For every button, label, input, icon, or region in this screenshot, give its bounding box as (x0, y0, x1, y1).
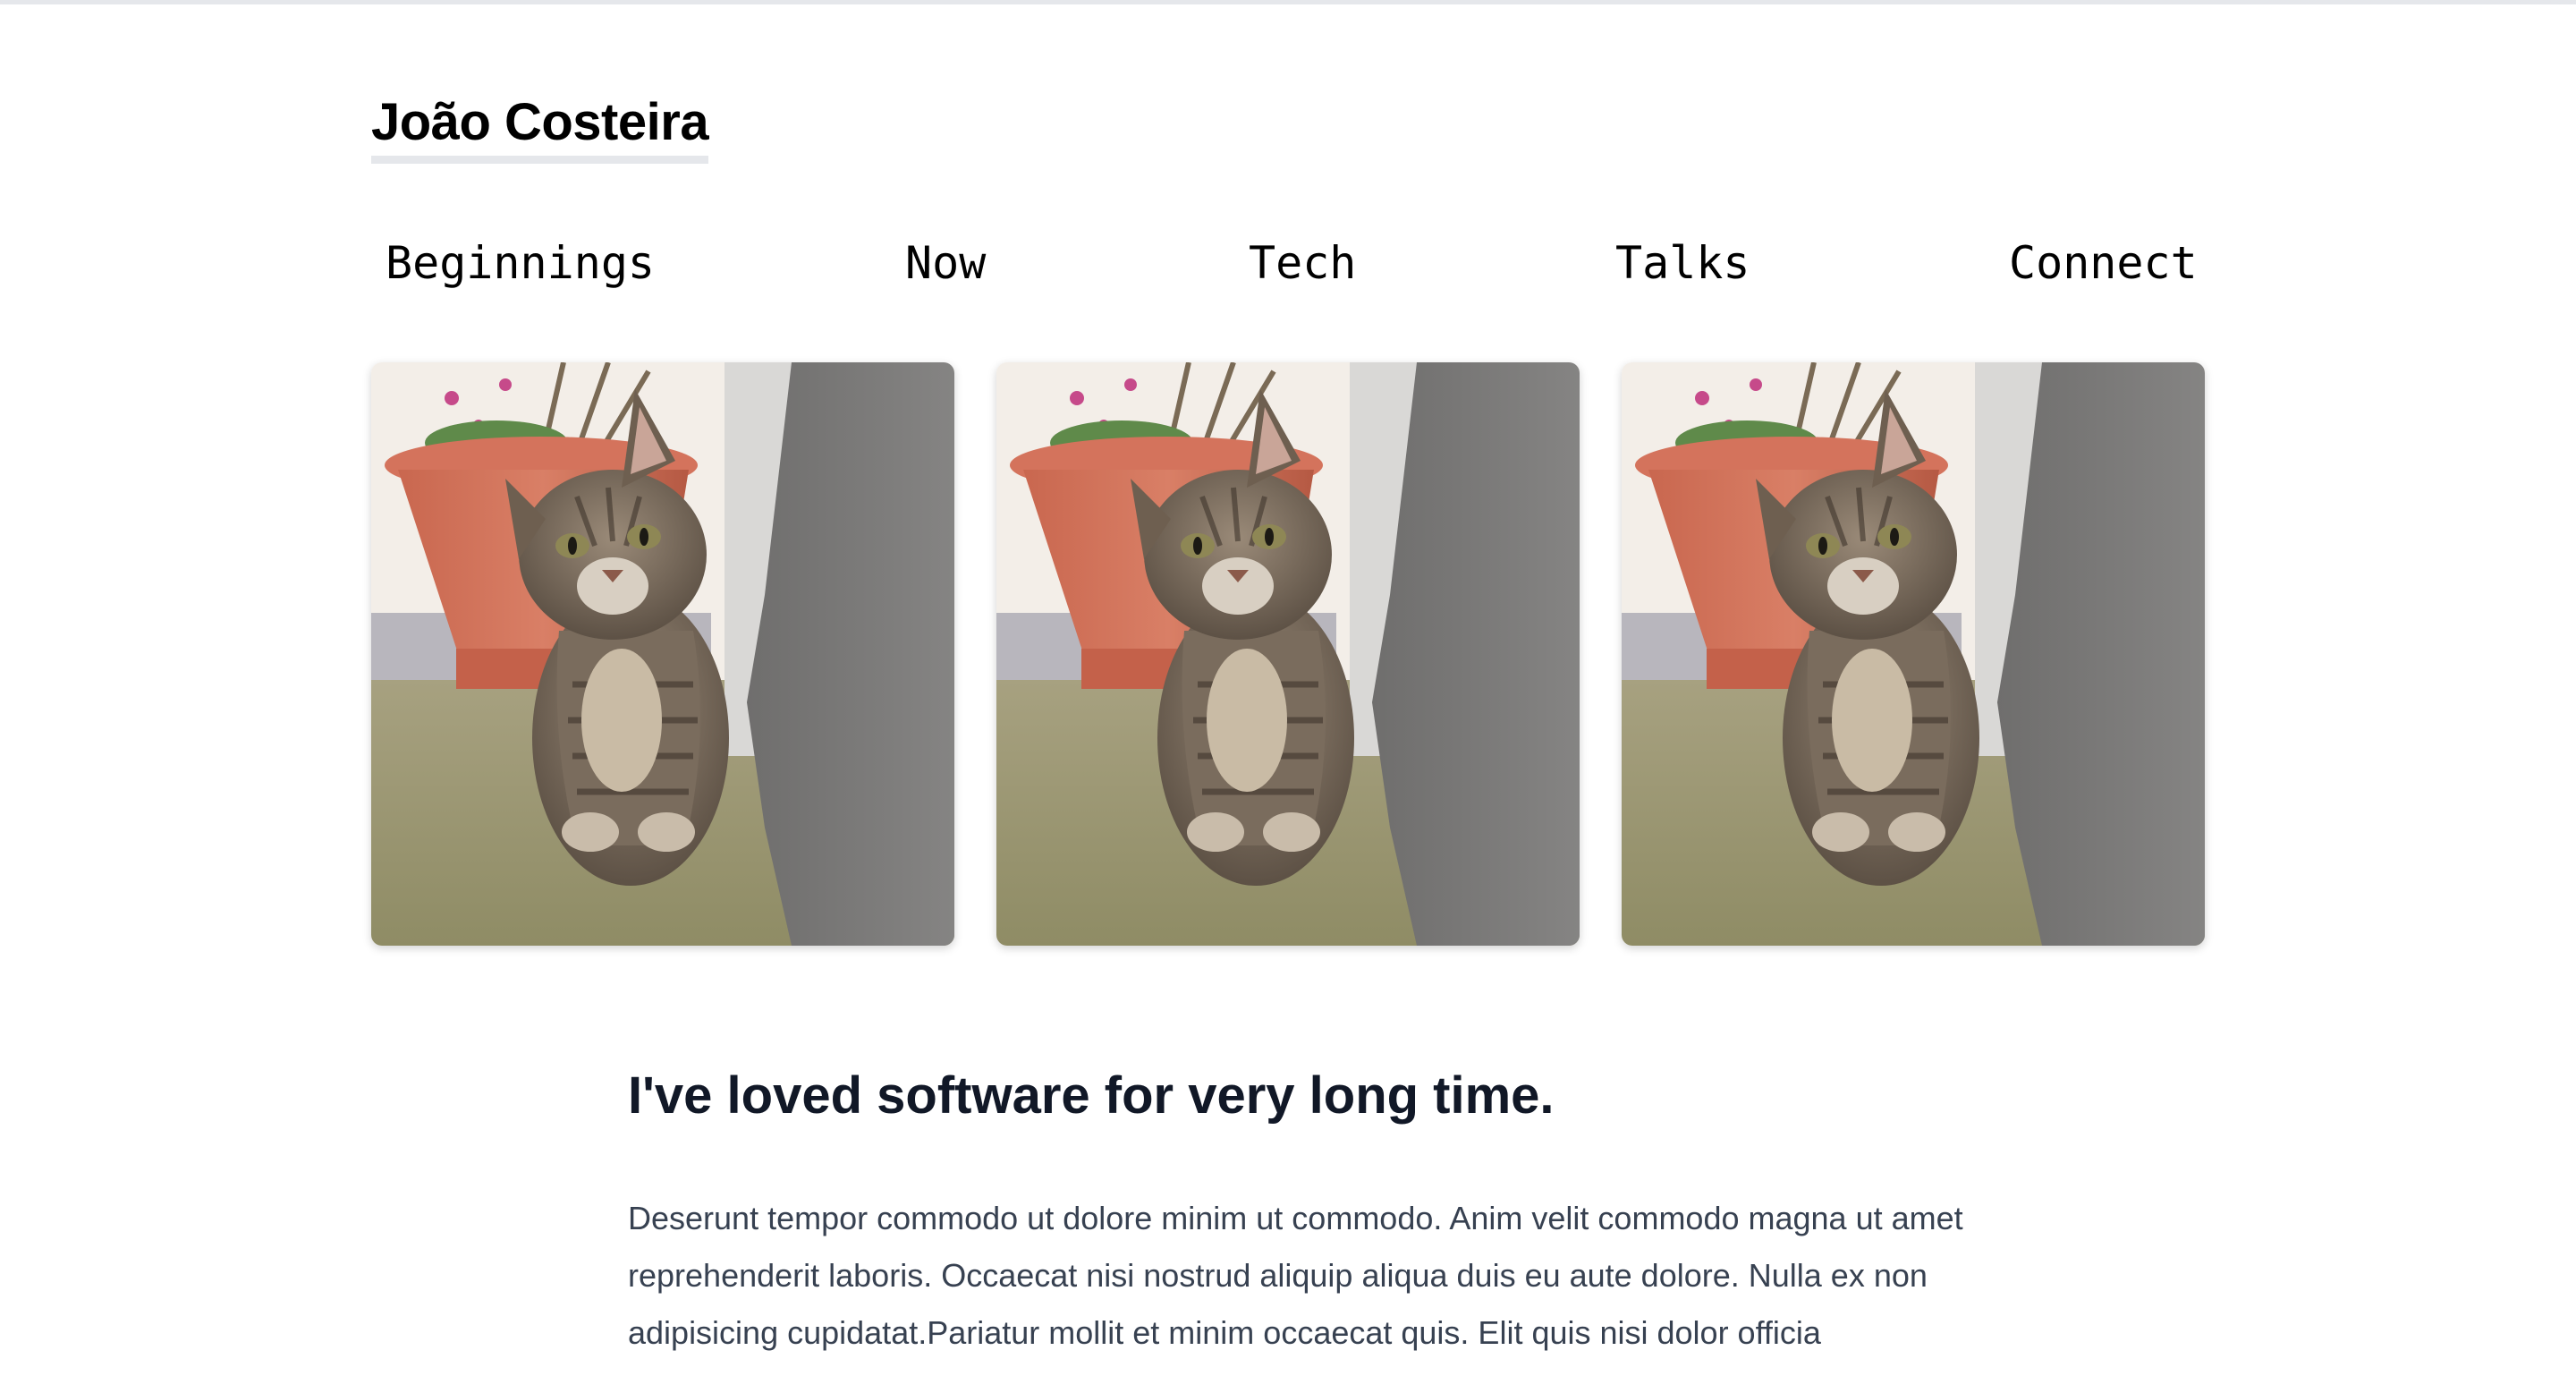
site-title[interactable]: João Costeira (371, 89, 709, 164)
kitten-photo (1622, 362, 2205, 946)
gallery-image-3 (1622, 362, 2205, 946)
gallery-image-1 (371, 362, 954, 946)
nav-link-tech[interactable]: Tech (1249, 234, 1356, 292)
kitten-photo (996, 362, 1580, 946)
nav-link-beginnings[interactable]: Beginnings (386, 234, 655, 292)
nav-link-now[interactable]: Now (905, 234, 986, 292)
kitten-photo (371, 362, 954, 946)
article-headline: I've loved software for very long time. (628, 1066, 1555, 1125)
main-nav: Beginnings Now Tech Talks Connect (371, 234, 2205, 297)
top-border (0, 0, 2576, 4)
nav-link-talks[interactable]: Talks (1615, 234, 1750, 292)
photo-gallery (371, 362, 2205, 946)
nav-link-connect[interactable]: Connect (2009, 234, 2198, 292)
article-paragraph: Deserunt tempor commodo ut dolore minim … (628, 1200, 1963, 1351)
gallery-image-2 (996, 362, 1580, 946)
